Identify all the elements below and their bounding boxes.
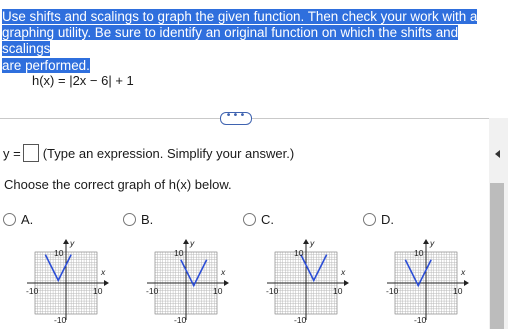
graph-a[interactable]: y x 10 -10 10 -10 (25, 232, 125, 329)
graph-c[interactable]: y x 10 -10 10 -10 (265, 232, 365, 329)
function-expression: h(x) = |2x − 6| + 1 (32, 73, 134, 88)
answer-prefix: y = (3, 145, 21, 161)
prompt-line-1: Use shifts and scalings to graph the giv… (2, 9, 478, 24)
x-axis-arrow-icon (344, 280, 349, 286)
x-tick-right: 10 (213, 286, 223, 296)
x-tick-right: 10 (453, 286, 463, 296)
y-axis-label: y (189, 238, 195, 248)
y-tick-bottom: -10 (54, 315, 67, 325)
x-tick-left: -10 (26, 286, 39, 296)
y-axis-arrow-icon (63, 239, 69, 244)
y-tick-bottom: -10 (414, 315, 427, 325)
option-a[interactable]: A. (3, 212, 33, 227)
x-axis-label: x (220, 267, 226, 277)
option-b-label: B. (141, 212, 154, 227)
scrollbar-thumb[interactable] (490, 183, 504, 329)
x-tick-left: -10 (266, 286, 279, 296)
y-axis-arrow-icon (423, 239, 429, 244)
y-tick-bottom: -10 (174, 315, 187, 325)
x-axis-label: x (100, 267, 106, 277)
answer-input[interactable] (22, 144, 39, 162)
x-tick-left: -10 (146, 286, 159, 296)
y-axis-arrow-icon (183, 239, 189, 244)
graph-b[interactable]: y x 10 -10 10 -10 (145, 232, 245, 329)
y-axis-label: y (69, 238, 75, 248)
y-tick-top: 10 (414, 248, 424, 258)
option-c-label: C. (261, 212, 274, 227)
scroll-up-arrow-icon[interactable] (495, 150, 500, 158)
x-axis-label: x (460, 267, 466, 277)
option-d-label: D. (381, 212, 394, 227)
option-d[interactable]: D. (363, 212, 394, 227)
answer-hint: (Type an expression. Simplify your answe… (42, 145, 295, 161)
y-tick-top: 10 (174, 248, 184, 258)
x-axis-label: x (340, 267, 346, 277)
option-b[interactable]: B. (123, 212, 153, 227)
x-tick-left: -10 (386, 286, 399, 296)
y-tick-top: 10 (294, 248, 304, 258)
radio-d[interactable] (363, 213, 376, 226)
graph-d[interactable]: y x 10 -10 10 -10 (385, 232, 485, 329)
y-axis-arrow-icon (303, 239, 309, 244)
radio-c[interactable] (243, 213, 256, 226)
y-axis-label: y (429, 238, 435, 248)
radio-b[interactable] (123, 213, 136, 226)
option-a-label: A. (21, 212, 34, 227)
x-axis-arrow-icon (464, 280, 469, 286)
x-axis-arrow-icon (224, 280, 229, 286)
y-tick-bottom: -10 (294, 315, 307, 325)
more-button[interactable]: ••• (220, 111, 252, 125)
option-c[interactable]: C. (243, 212, 274, 227)
prompt-line-2: graphing utility. Be sure to identify an… (2, 25, 459, 57)
choose-instruction: Choose the correct graph of h(x) below. (4, 177, 232, 192)
radio-a[interactable] (3, 213, 16, 226)
y-tick-top: 10 (54, 248, 64, 258)
question-prompt: Use shifts and scalings to graph the giv… (2, 9, 498, 74)
y-axis-label: y (309, 238, 315, 248)
x-axis-arrow-icon (104, 280, 109, 286)
answer-row: y = (Type an expression. Simplify your a… (3, 144, 294, 162)
x-tick-right: 10 (93, 286, 103, 296)
x-tick-right: 10 (333, 286, 343, 296)
prompt-line-3: are performed. (2, 57, 90, 73)
